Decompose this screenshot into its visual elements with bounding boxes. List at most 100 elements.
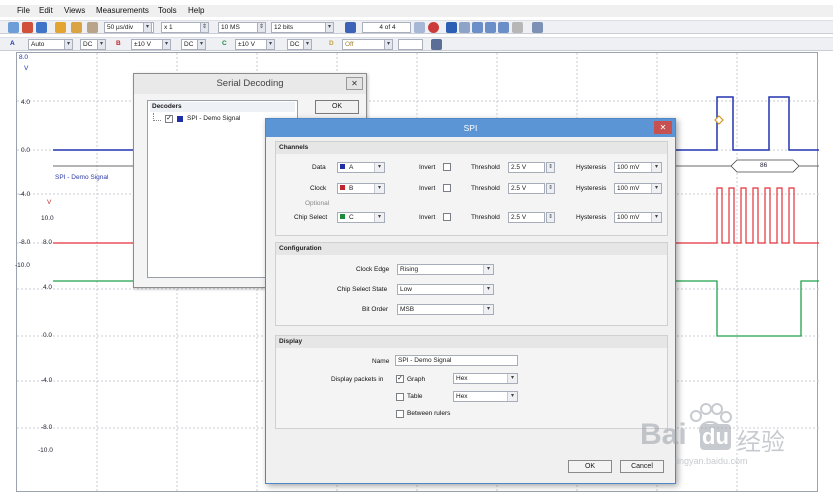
wand-icon[interactable] — [55, 22, 66, 33]
tree-line — [153, 113, 161, 121]
menu-edit[interactable]: Edit — [39, 6, 53, 15]
pointer-icon[interactable] — [446, 22, 457, 33]
zoom-spinner-icon[interactable]: ⇕ — [200, 22, 209, 33]
clock-threshold-field[interactable]: 2.5 V — [508, 183, 545, 194]
graph-format-value: Hex — [456, 375, 468, 382]
persistence-mode-icon[interactable] — [22, 22, 33, 33]
channel-c-range-dropdown-icon[interactable]: ▾ — [266, 39, 275, 50]
channel-c-coupling-dropdown-icon[interactable]: ▾ — [303, 39, 312, 50]
data-hysteresis-select[interactable]: 100 mV ▾ — [614, 162, 662, 173]
chip-select-state-select[interactable]: Low ▾ — [397, 284, 494, 295]
name-field[interactable]: SPI - Demo Signal — [395, 355, 518, 366]
axis-b-8: 8.0 — [43, 239, 53, 246]
display-header: Display — [276, 336, 667, 348]
graph-checkbox[interactable]: ✓ — [396, 375, 404, 383]
clock-label: Clock — [310, 185, 327, 192]
first-capture-icon[interactable] — [345, 22, 356, 33]
channel-d-range-dropdown-icon[interactable]: ▾ — [384, 39, 393, 50]
chip-select-channel-select[interactable]: C ▾ — [337, 212, 385, 223]
decoder-item-label[interactable]: SPI - Demo Signal — [187, 115, 240, 122]
between-rulers-checkbox[interactable] — [396, 410, 404, 418]
clock-channel-select[interactable]: B ▾ — [337, 183, 385, 194]
clock-invert-label: Invert — [419, 185, 436, 192]
chip-select-threshold-spinner-icon[interactable]: ⇕ — [546, 212, 555, 223]
timebase-dropdown-icon[interactable]: ▾ — [143, 22, 152, 33]
menu-help[interactable]: Help — [188, 6, 204, 15]
table-checkbox[interactable] — [396, 393, 404, 401]
home-icon[interactable] — [87, 22, 98, 33]
axis-b-unit: V — [47, 199, 52, 206]
channel-options-icon[interactable] — [431, 39, 442, 50]
channel-c-label: C — [222, 40, 227, 47]
clock-swatch — [340, 185, 345, 190]
data-threshold-spinner-icon[interactable]: ⇕ — [546, 162, 555, 173]
channel-a-coupling-dropdown-icon[interactable]: ▾ — [97, 39, 106, 50]
decode-packet-value: 86 — [760, 162, 768, 169]
serial-ok-button[interactable]: OK — [315, 100, 359, 114]
spi-close-icon[interactable]: ✕ — [654, 121, 672, 134]
data-swatch — [340, 164, 345, 169]
chevron-down-icon: ▾ — [483, 285, 493, 294]
clock-hysteresis-select[interactable]: 100 mV ▾ — [614, 183, 662, 194]
chip-select-swatch — [340, 214, 345, 219]
chip-select-threshold-field[interactable]: 2.5 V — [508, 212, 545, 223]
undo-zoom-icon[interactable] — [512, 22, 523, 33]
channel-d-label: D — [329, 40, 334, 47]
name-label: Name — [372, 358, 390, 365]
menu-measurements[interactable]: Measurements — [96, 6, 149, 15]
data-invert-checkbox[interactable] — [443, 163, 451, 171]
zoom-area-icon[interactable] — [485, 22, 496, 33]
chevron-down-icon: ▾ — [507, 392, 517, 401]
next-capture-icon[interactable] — [414, 22, 425, 33]
spectrum-mode-icon[interactable] — [36, 22, 47, 33]
channel-b-label: B — [116, 40, 121, 47]
resolution-dropdown-icon[interactable]: ▾ — [325, 22, 334, 33]
data-channel-select[interactable]: A ▾ — [337, 162, 385, 173]
chevron-down-icon: ▾ — [483, 265, 493, 274]
axis-a-minus10: -10.0 — [15, 262, 30, 269]
clock-invert-checkbox[interactable] — [443, 184, 451, 192]
chip-select-hysteresis-select[interactable]: 100 mV ▾ — [614, 212, 662, 223]
capture-counter[interactable]: 4 of 4 — [362, 22, 411, 33]
watermark-cn: 经验 — [737, 428, 785, 456]
spi-ok-button[interactable]: OK — [568, 460, 612, 473]
optional-label: Optional — [305, 200, 330, 207]
chip-select-hysteresis-value: 100 mV — [617, 214, 640, 221]
channel-b-range-dropdown-icon[interactable]: ▾ — [162, 39, 171, 50]
data-label: Data — [312, 164, 326, 171]
channel-b-coupling-dropdown-icon[interactable]: ▾ — [197, 39, 206, 50]
zoom-in-icon[interactable] — [472, 22, 483, 33]
graph-format-select[interactable]: Hex ▾ — [453, 373, 518, 384]
chip-select-invert-label: Invert — [419, 214, 436, 221]
hand-icon[interactable] — [459, 22, 470, 33]
bit-order-select[interactable]: MSB ▾ — [397, 304, 494, 315]
channel-d-coupling[interactable] — [398, 39, 423, 50]
menu-file[interactable]: File — [17, 6, 30, 15]
close-icon[interactable]: ✕ — [346, 77, 363, 90]
watermark-brand-du: du — [700, 424, 731, 450]
zoom-out-icon[interactable] — [498, 22, 509, 33]
samples-spinner-icon[interactable]: ⇕ — [257, 22, 266, 33]
decoder-checkbox[interactable]: ✓ — [165, 115, 173, 123]
scope-mode-icon[interactable] — [8, 22, 19, 33]
axis-c-minus10: -10.0 — [38, 447, 53, 454]
probe-icon[interactable] — [71, 22, 82, 33]
clock-threshold-label: Threshold — [471, 185, 500, 192]
data-channel-value: A — [349, 164, 354, 171]
menu-views[interactable]: Views — [64, 6, 85, 15]
clock-threshold-spinner-icon[interactable]: ⇕ — [546, 183, 555, 194]
display-group: Display Name SPI - Demo Signal Display p… — [275, 335, 668, 429]
axis-a-0: 0.0 — [21, 147, 31, 154]
stop-icon[interactable] — [428, 22, 439, 33]
data-threshold-label: Threshold — [471, 164, 500, 171]
data-threshold-field[interactable]: 2.5 V — [508, 162, 545, 173]
chip-select-invert-checkbox[interactable] — [443, 213, 451, 221]
channel-d-range[interactable]: Off — [342, 39, 387, 50]
zoom-fit-icon[interactable] — [532, 22, 543, 33]
clock-edge-select[interactable]: Rising ▾ — [397, 264, 494, 275]
chevron-down-icon: ▾ — [651, 184, 661, 193]
data-invert-label: Invert — [419, 164, 436, 171]
table-format-select[interactable]: Hex ▾ — [453, 391, 518, 402]
channel-a-range-dropdown-icon[interactable]: ▾ — [64, 39, 73, 50]
menu-tools[interactable]: Tools — [158, 6, 177, 15]
